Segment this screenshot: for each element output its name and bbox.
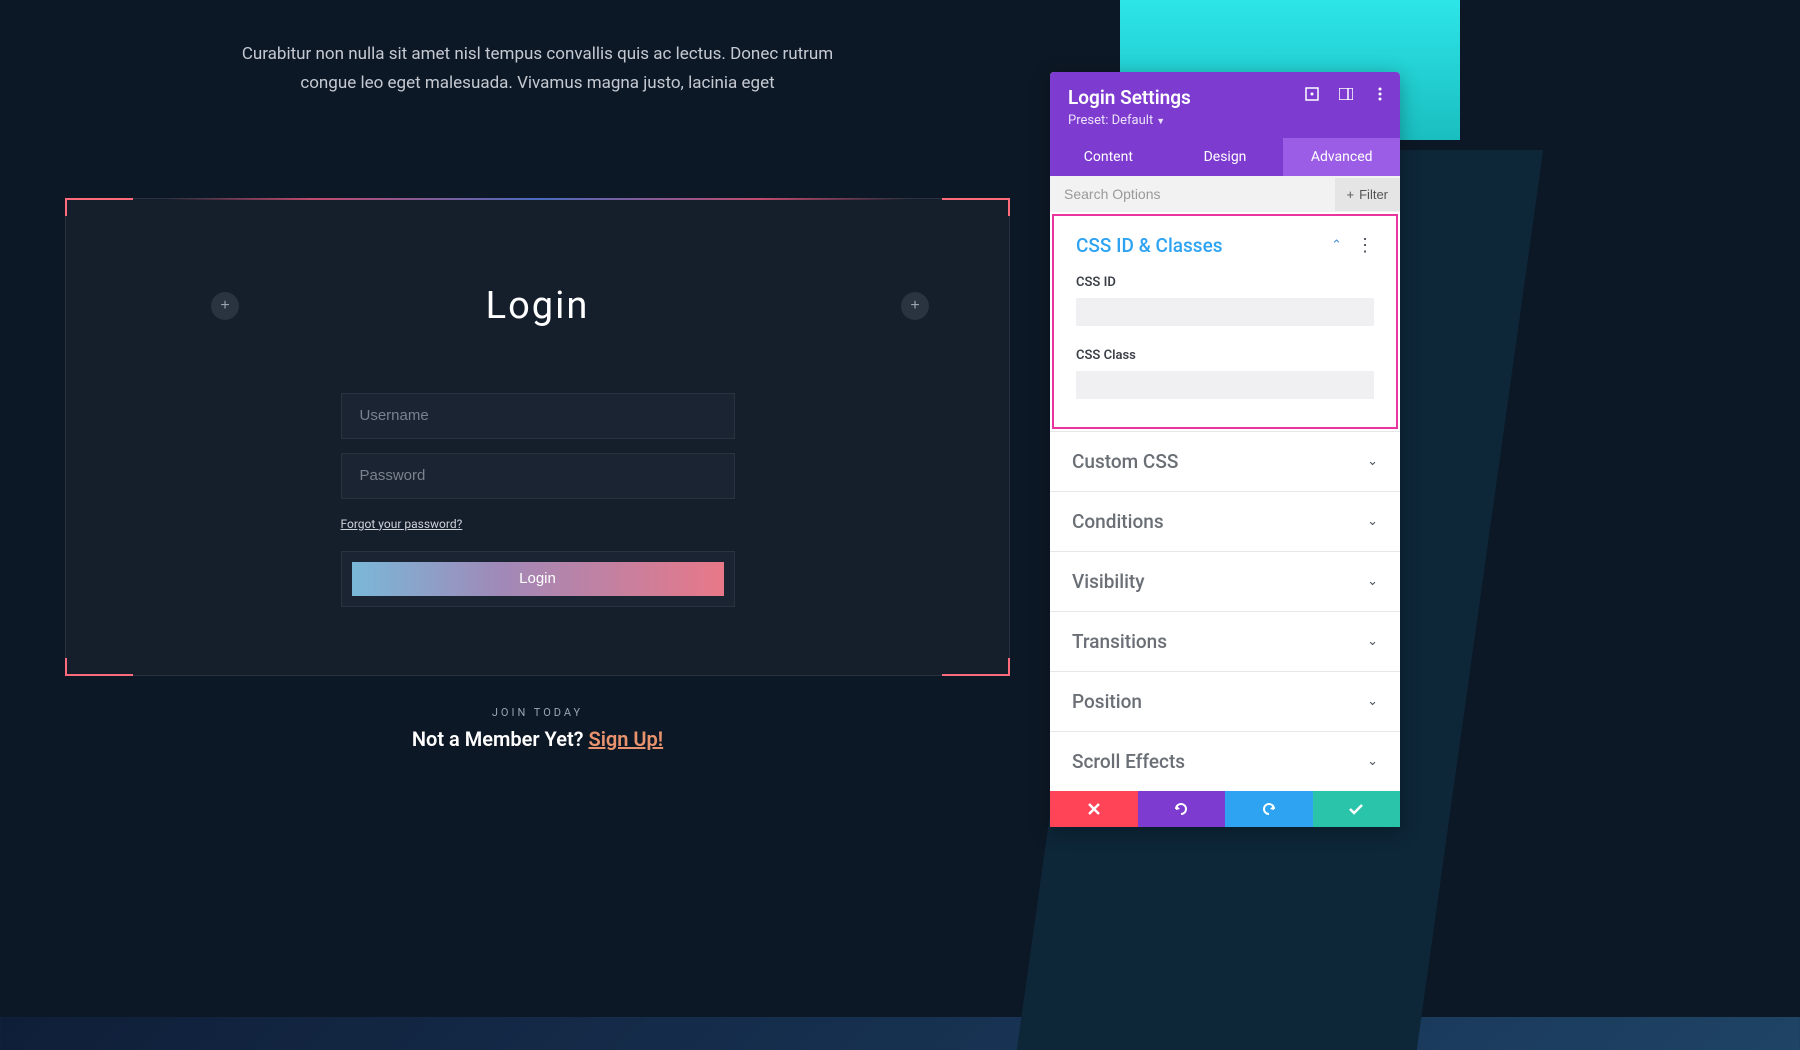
signup-prompt: Not a Member Yet? Sign Up! bbox=[0, 727, 1075, 751]
cancel-button[interactable] bbox=[1050, 791, 1138, 827]
section-header-scroll-effects[interactable]: Scroll Effects ⌄ bbox=[1050, 732, 1400, 791]
section-header-transitions[interactable]: Transitions ⌄ bbox=[1050, 612, 1400, 671]
css-class-label: CSS Class bbox=[1076, 348, 1374, 363]
section-header-position[interactable]: Position ⌄ bbox=[1050, 672, 1400, 731]
section-scroll-effects: Scroll Effects ⌄ bbox=[1050, 731, 1400, 791]
panel-footer bbox=[1050, 791, 1400, 827]
page-content: Curabitur non nulla sit amet nisl tempus… bbox=[0, 0, 1075, 751]
redo-button[interactable] bbox=[1225, 791, 1313, 827]
snap-icon[interactable] bbox=[1338, 86, 1354, 102]
password-field[interactable] bbox=[341, 453, 735, 499]
corner-decoration bbox=[942, 658, 1010, 676]
section-transitions: Transitions ⌄ bbox=[1050, 611, 1400, 671]
close-icon bbox=[1087, 802, 1101, 816]
redo-icon bbox=[1261, 801, 1277, 817]
preset-label: Preset: Default bbox=[1068, 113, 1153, 128]
section-title: Scroll Effects bbox=[1072, 750, 1185, 773]
save-button[interactable] bbox=[1313, 791, 1401, 827]
login-button[interactable]: Login bbox=[352, 562, 724, 596]
intro-text: Curabitur non nulla sit amet nisl tempus… bbox=[218, 40, 858, 98]
css-id-input[interactable] bbox=[1076, 298, 1374, 326]
tab-content[interactable]: Content bbox=[1050, 138, 1167, 176]
module-settings-panel[interactable]: Login Settings Preset: Default▼ Content … bbox=[1050, 72, 1400, 827]
section-css-id-classes: CSS ID & Classes ⌃ ⋮ CSS ID CSS Class bbox=[1052, 214, 1398, 429]
corner-decoration bbox=[65, 658, 133, 676]
section-header-visibility[interactable]: Visibility ⌄ bbox=[1050, 552, 1400, 611]
plus-icon: + bbox=[1347, 187, 1355, 202]
chevron-down-icon: ⌄ bbox=[1367, 754, 1378, 769]
login-form-content: Login Forgot your password? Login bbox=[66, 199, 1009, 607]
expand-icon[interactable] bbox=[1304, 86, 1320, 102]
css-id-label: CSS ID bbox=[1076, 275, 1374, 290]
check-icon bbox=[1348, 802, 1364, 816]
section-title: Position bbox=[1072, 690, 1142, 713]
filter-label: Filter bbox=[1359, 187, 1388, 202]
section-position: Position ⌄ bbox=[1050, 671, 1400, 731]
kebab-menu-icon[interactable]: ⋮ bbox=[1356, 237, 1374, 255]
search-input[interactable] bbox=[1050, 176, 1335, 212]
css-class-input[interactable] bbox=[1076, 371, 1374, 399]
chevron-down-icon: ⌄ bbox=[1367, 634, 1378, 649]
chevron-up-icon[interactable]: ⌃ bbox=[1331, 238, 1342, 253]
section-header-custom-css[interactable]: Custom CSS ⌄ bbox=[1050, 432, 1400, 491]
username-field[interactable] bbox=[341, 393, 735, 439]
login-module[interactable]: + + Login Forgot your password? Login bbox=[65, 198, 1010, 676]
section-title: Custom CSS bbox=[1072, 450, 1178, 473]
signup-link[interactable]: Sign Up! bbox=[588, 727, 663, 751]
login-button-wrapper: Login bbox=[341, 551, 735, 607]
tab-design[interactable]: Design bbox=[1167, 138, 1284, 176]
section-title: Visibility bbox=[1072, 570, 1145, 593]
join-section: Join Today Not a Member Yet? Sign Up! bbox=[0, 706, 1075, 751]
section-title: Conditions bbox=[1072, 510, 1164, 533]
section-title: CSS ID & Classes bbox=[1076, 234, 1223, 257]
login-form: Forgot your password? Login bbox=[341, 393, 735, 607]
section-visibility: Visibility ⌄ bbox=[1050, 551, 1400, 611]
preset-selector[interactable]: Preset: Default▼ bbox=[1068, 113, 1382, 128]
section-header-css-id-classes[interactable]: CSS ID & Classes ⌃ ⋮ bbox=[1054, 216, 1396, 275]
join-today-label: Join Today bbox=[0, 706, 1075, 719]
filter-button[interactable]: + Filter bbox=[1335, 178, 1400, 211]
chevron-down-icon: ⌄ bbox=[1367, 574, 1378, 589]
section-content: CSS ID CSS Class bbox=[1054, 275, 1396, 427]
forgot-password-link[interactable]: Forgot your password? bbox=[341, 517, 463, 531]
section-controls: ⌃ ⋮ bbox=[1331, 237, 1374, 255]
tab-advanced[interactable]: Advanced bbox=[1283, 138, 1400, 176]
panel-tabs: Content Design Advanced bbox=[1050, 138, 1400, 176]
chevron-down-icon: ⌄ bbox=[1367, 454, 1378, 469]
undo-button[interactable] bbox=[1138, 791, 1226, 827]
section-custom-css: Custom CSS ⌄ bbox=[1050, 431, 1400, 491]
kebab-menu-icon[interactable] bbox=[1372, 86, 1388, 102]
undo-icon bbox=[1173, 801, 1189, 817]
section-title: Transitions bbox=[1072, 630, 1167, 653]
signup-question: Not a Member Yet? bbox=[412, 727, 589, 751]
panel-header[interactable]: Login Settings Preset: Default▼ bbox=[1050, 72, 1400, 138]
search-row: + Filter bbox=[1050, 176, 1400, 212]
section-header-conditions[interactable]: Conditions ⌄ bbox=[1050, 492, 1400, 551]
chevron-down-icon: ⌄ bbox=[1367, 514, 1378, 529]
chevron-down-icon: ▼ bbox=[1156, 117, 1165, 127]
header-icons bbox=[1304, 86, 1388, 102]
login-title: Login bbox=[486, 284, 590, 328]
chevron-down-icon: ⌄ bbox=[1367, 694, 1378, 709]
section-conditions: Conditions ⌄ bbox=[1050, 491, 1400, 551]
panel-body: CSS ID & Classes ⌃ ⋮ CSS ID CSS Class Cu… bbox=[1050, 212, 1400, 791]
